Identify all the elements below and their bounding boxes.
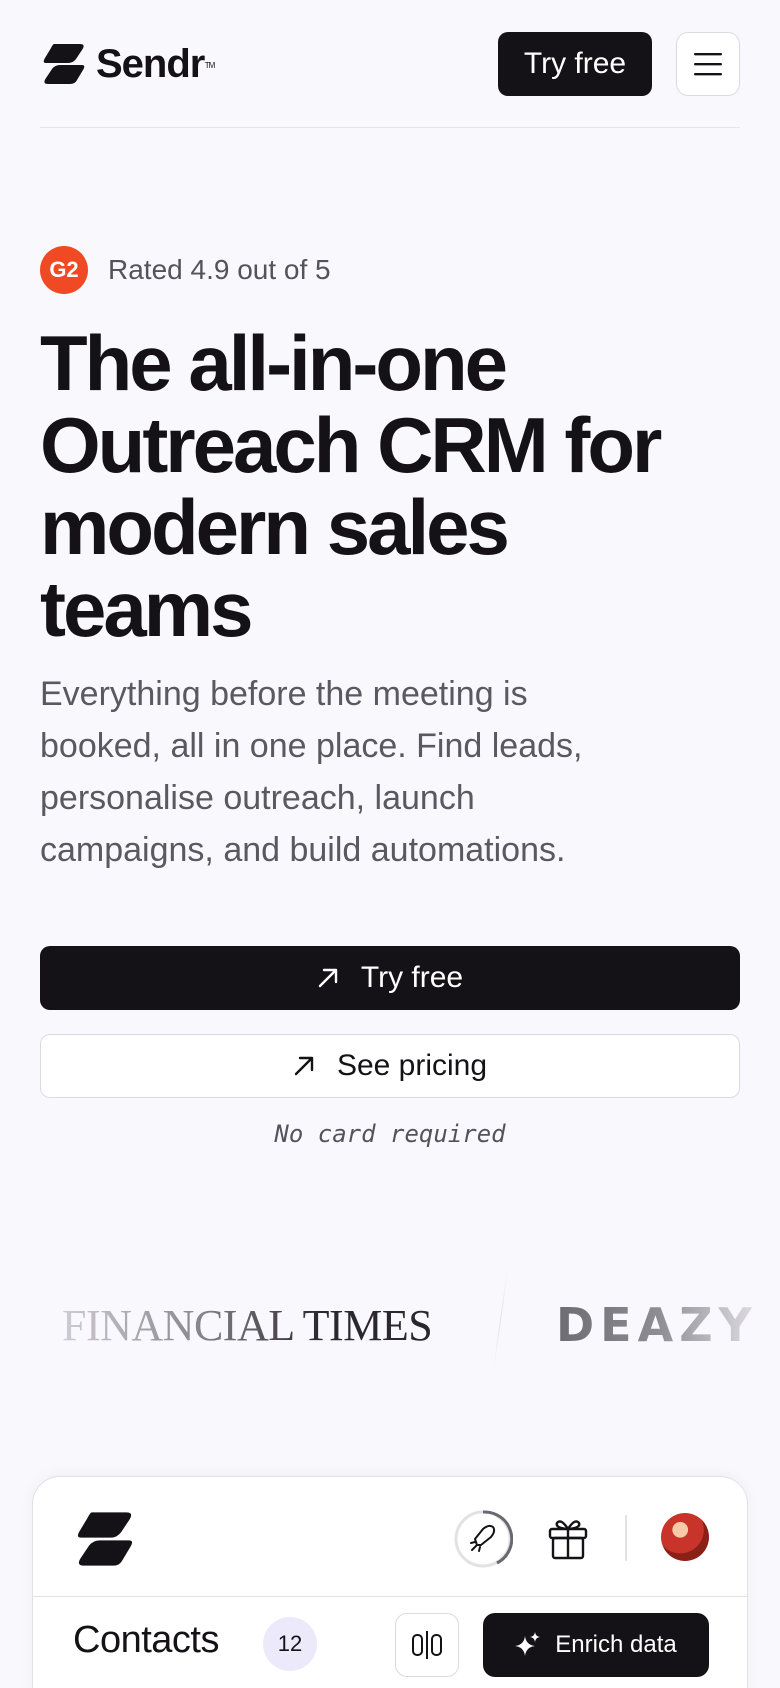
g2-badge-icon: G2 <box>40 246 88 294</box>
rating-row: G2 Rated 4.9 out of 5 <box>40 246 331 294</box>
contacts-count-badge: 12 <box>263 1617 317 1671</box>
columns-toggle-button[interactable] <box>395 1613 459 1677</box>
trademark: TM <box>204 61 216 70</box>
try-free-button[interactable]: Try free <box>40 946 740 1010</box>
gift-icon[interactable] <box>547 1515 589 1561</box>
app-topbar <box>33 1477 747 1597</box>
rocket-icon[interactable] <box>453 1509 513 1569</box>
logo-divider <box>493 1270 508 1370</box>
see-pricing-button[interactable]: See pricing <box>40 1034 740 1098</box>
hero-subtitle: Everything before the meeting is booked,… <box>40 675 583 869</box>
try-free-label: Try free <box>360 961 464 994</box>
customer-logos: FINANCIAL TIMES DEAZY <box>0 1270 780 1370</box>
header-try-free-button[interactable]: Try free <box>498 32 652 96</box>
site-header: Sendr TM Try free <box>40 0 740 128</box>
sendr-logo-icon <box>77 1512 133 1566</box>
brand-name-text: Sendr <box>96 42 205 86</box>
enrich-data-label: Enrich data <box>555 1631 677 1658</box>
deazy-logo: DEAZY <box>556 1298 758 1352</box>
enrich-data-button[interactable]: Enrich data <box>483 1613 709 1677</box>
sendr-logo-icon <box>43 44 85 84</box>
app-preview-card: Contacts 12 Enrich data <box>32 1476 748 1688</box>
sparkle-icon <box>515 1632 541 1656</box>
see-pricing-label: See pricing <box>336 1049 488 1082</box>
user-avatar[interactable] <box>661 1513 709 1561</box>
columns-icon <box>412 1631 442 1659</box>
hamburger-menu-icon <box>694 53 722 76</box>
brand-logo[interactable]: Sendr TM <box>40 40 215 88</box>
topbar-divider <box>625 1515 627 1561</box>
rating-text: Rated 4.9 out of 5 <box>108 254 331 285</box>
contacts-title: Contacts <box>73 1619 219 1661</box>
hero-title: The all-in-one Outreach CRM for modern s… <box>40 319 662 653</box>
brand-name: Sendr TM <box>96 40 215 88</box>
arrow-up-right-icon <box>294 1056 314 1076</box>
menu-button[interactable] <box>676 32 740 96</box>
financial-times-logo: FINANCIAL TIMES <box>62 1301 433 1350</box>
no-card-note: No card required <box>274 1120 506 1148</box>
arrow-up-right-icon <box>318 968 338 988</box>
